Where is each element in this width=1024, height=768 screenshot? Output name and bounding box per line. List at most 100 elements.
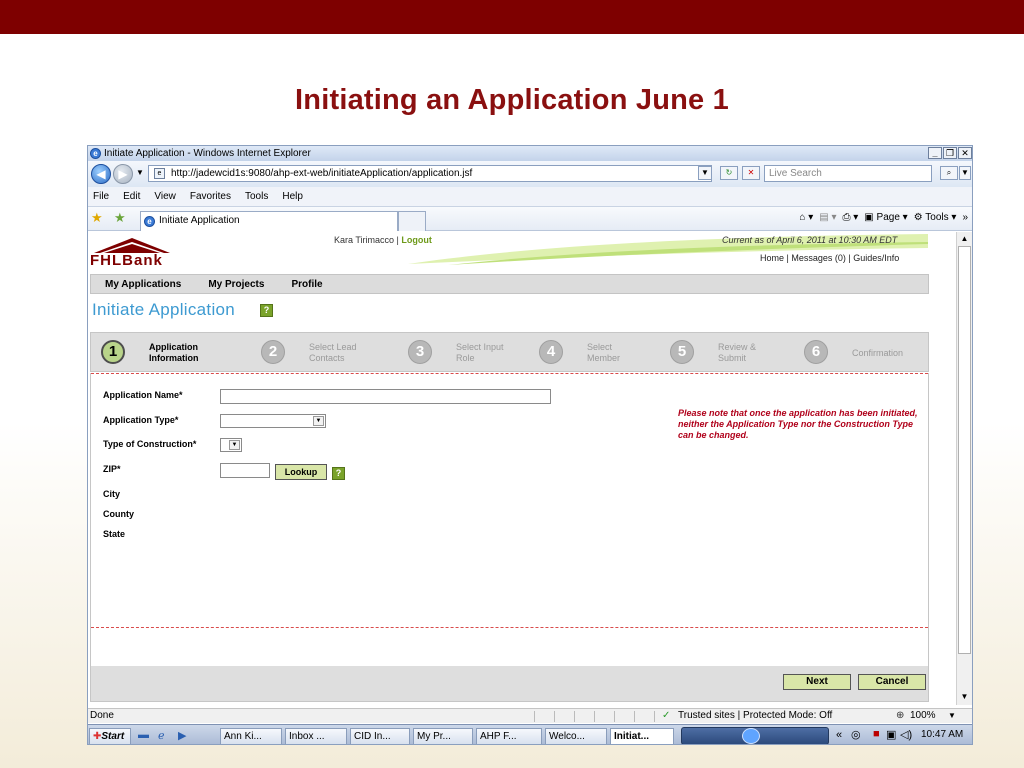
menu-favorites[interactable]: Favorites bbox=[190, 187, 231, 206]
taskbar-item-initiate[interactable]: Initiat... bbox=[610, 728, 674, 744]
taskbar-item-ann[interactable]: Ann Ki... bbox=[220, 728, 282, 744]
menu-file[interactable]: File bbox=[93, 187, 109, 206]
tray-printer-icon: ▣ bbox=[886, 729, 897, 741]
nav-my-applications[interactable]: My Applications bbox=[105, 275, 181, 293]
tray-app-icon: ■ bbox=[873, 728, 880, 740]
start-button[interactable]: ✚Start bbox=[89, 728, 131, 744]
tab-ie-icon: e bbox=[144, 216, 155, 227]
url-input[interactable]: e http://jadewcid1s:9080/ahp-ext-web/ini… bbox=[148, 165, 712, 182]
chevron-down-icon: ▼ bbox=[229, 440, 240, 450]
tray-chevron-icon[interactable]: « bbox=[836, 729, 842, 741]
cancel-button[interactable]: Cancel bbox=[858, 674, 926, 690]
logout-link[interactable]: Logout bbox=[401, 235, 432, 245]
scroll-down-icon[interactable]: ▼ bbox=[959, 691, 970, 702]
bottom-divider bbox=[91, 627, 928, 628]
nav-my-projects[interactable]: My Projects bbox=[208, 275, 264, 293]
media-player-icon[interactable]: ▶ bbox=[178, 729, 186, 742]
tools-menu[interactable]: ⚙ Tools ▾ bbox=[914, 212, 957, 223]
search-icon[interactable]: ⌕ bbox=[940, 166, 958, 180]
minimize-button[interactable]: _ bbox=[928, 147, 942, 159]
taskbar-item-inbox[interactable]: Inbox ... bbox=[285, 728, 347, 744]
page-menu[interactable]: ▣ Page ▾ bbox=[864, 212, 907, 223]
forward-button[interactable]: ▶ bbox=[113, 164, 133, 184]
user-info: Kara Tirimacco | Logout bbox=[334, 235, 432, 245]
app-nav: My Applications My Projects Profile bbox=[90, 274, 929, 294]
step-5-label: Review & Submit bbox=[718, 342, 757, 363]
address-bar: ◀ ▶ ▼ e http://jadewcid1s:9080/ahp-ext-w… bbox=[88, 161, 972, 187]
vertical-scrollbar[interactable]: ▲ ▼ bbox=[956, 232, 972, 705]
lookup-button[interactable]: Lookup bbox=[275, 464, 327, 480]
menu-bar: File Edit View Favorites Tools Help bbox=[88, 187, 972, 207]
favorites-star-icon[interactable]: ★ bbox=[91, 210, 103, 226]
stop-icon[interactable]: ✕ bbox=[742, 166, 760, 180]
logo-text: FHLBank bbox=[90, 252, 163, 269]
history-dropdown-icon[interactable]: ▼ bbox=[136, 168, 144, 177]
slide-top-bar bbox=[0, 0, 1024, 34]
application-form: Application Name* Application Type* ▼ Ty… bbox=[90, 373, 929, 666]
header-links[interactable]: Home | Messages (0) | Guides/Info bbox=[760, 253, 899, 263]
taskbar-item-cid[interactable]: CID In... bbox=[350, 728, 410, 744]
step-1-label: Application Information bbox=[149, 342, 199, 363]
taskbar: ✚Start ▬ ℯ ▶ Ann Ki... Inbox ... CID In.… bbox=[88, 724, 972, 744]
construction-type-label: Type of Construction* bbox=[103, 439, 197, 449]
help-icon[interactable]: ? bbox=[260, 304, 273, 317]
step-2-number: 2 bbox=[261, 340, 285, 364]
new-tab-button[interactable] bbox=[398, 211, 426, 231]
page-title: Initiate Application bbox=[92, 300, 236, 319]
button-bar: Next Cancel bbox=[90, 666, 929, 702]
add-favorites-icon[interactable]: ★ bbox=[114, 210, 126, 226]
back-button[interactable]: ◀ bbox=[91, 164, 111, 184]
tray-network-icon: ◎ bbox=[851, 729, 861, 741]
maximize-button[interactable]: ❐ bbox=[943, 147, 957, 159]
construction-type-select[interactable]: ▼ bbox=[220, 438, 242, 452]
next-button[interactable]: Next bbox=[783, 674, 851, 690]
status-text: Done bbox=[90, 710, 114, 721]
county-label: County bbox=[103, 509, 134, 519]
step-4-label: Select Member bbox=[587, 342, 621, 363]
menu-tools[interactable]: Tools bbox=[245, 187, 268, 206]
taskbar-item-welcome[interactable]: Welco... bbox=[545, 728, 607, 744]
command-bar: ⌂ ▾ ▤ ▾ ⎙ ▾ ▣ Page ▾ ⚙ Tools ▾ » bbox=[799, 212, 968, 223]
application-type-select[interactable]: ▼ bbox=[220, 414, 326, 428]
help-icon[interactable]: ? bbox=[332, 467, 345, 480]
print-icon[interactable]: ⎙ ▾ bbox=[842, 212, 858, 223]
close-button[interactable]: ✕ bbox=[958, 147, 972, 159]
feeds-icon[interactable]: ▤ ▾ bbox=[819, 212, 836, 223]
chevron-icon[interactable]: » bbox=[962, 212, 968, 223]
application-name-label: Application Name* bbox=[103, 390, 183, 400]
media-controls[interactable] bbox=[681, 727, 829, 744]
menu-help[interactable]: Help bbox=[282, 187, 303, 206]
home-icon[interactable]: ⌂ ▾ bbox=[799, 212, 813, 223]
search-options-icon[interactable]: ▼ bbox=[959, 166, 971, 180]
step-2-label: Select Lead Contacts bbox=[309, 342, 357, 363]
tab-initiate-application[interactable]: e Initiate Application bbox=[140, 211, 398, 231]
construction-type-note: Please note that once the application ha… bbox=[678, 408, 918, 440]
zoom-level[interactable]: 100% bbox=[910, 709, 936, 723]
scroll-up-icon[interactable]: ▲ bbox=[959, 233, 970, 244]
page-content: FHLBank Kara Tirimacco | Logout Current … bbox=[88, 232, 956, 704]
quicklaunch-ie-icon[interactable]: ℯ bbox=[158, 729, 165, 742]
menu-edit[interactable]: Edit bbox=[123, 187, 140, 206]
show-desktop-icon[interactable]: ▬ bbox=[138, 729, 149, 741]
window-controls: _ ❐ ✕ bbox=[928, 147, 972, 159]
zoom-dropdown-icon[interactable]: ▼ bbox=[948, 709, 956, 723]
step-5-number: 5 bbox=[670, 340, 694, 364]
taskbar-item-myprojects[interactable]: My Pr... bbox=[413, 728, 473, 744]
volume-icon[interactable]: ◁) bbox=[900, 728, 912, 741]
refresh-icon[interactable]: ↻ bbox=[720, 166, 738, 180]
url-dropdown-icon[interactable]: ▼ bbox=[698, 166, 712, 180]
wizard-steps: 1 Application Information 2 Select Lead … bbox=[90, 332, 929, 372]
taskbar-item-ahp[interactable]: AHP F... bbox=[476, 728, 542, 744]
scroll-thumb[interactable] bbox=[958, 246, 971, 654]
nav-profile[interactable]: Profile bbox=[291, 275, 322, 293]
application-name-input[interactable] bbox=[220, 389, 551, 404]
window-title: Initiate Application - Windows Internet … bbox=[104, 148, 311, 159]
application-type-label: Application Type* bbox=[103, 415, 179, 425]
step-3-number: 3 bbox=[408, 340, 432, 364]
pause-icon[interactable] bbox=[742, 728, 760, 744]
clock: 10:47 AM bbox=[921, 729, 964, 740]
zip-input[interactable] bbox=[220, 463, 270, 478]
menu-view[interactable]: View bbox=[154, 187, 176, 206]
step-3-label: Select Input Role bbox=[456, 342, 504, 363]
search-input[interactable]: Live Search bbox=[764, 165, 932, 182]
